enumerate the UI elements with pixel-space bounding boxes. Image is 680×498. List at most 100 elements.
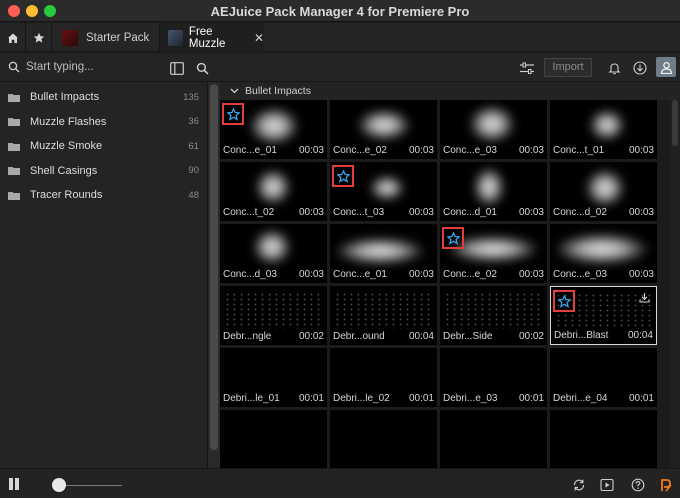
asset-thumbnail[interactable]: Conc...e_03 00:03: [440, 100, 547, 159]
toggle-sidebar-button[interactable]: [168, 59, 186, 77]
asset-thumbnail[interactable]: Conc...t_03 00:03: [330, 162, 437, 221]
asset-duration: 00:01: [518, 393, 544, 404]
asset-name: Conc...e_02: [333, 145, 387, 156]
playback-bar: [0, 468, 680, 498]
star-outline-icon: [336, 169, 350, 183]
right-scrollbar[interactable]: [670, 100, 680, 468]
volume-slider-track[interactable]: [60, 485, 122, 486]
asset-thumbnail[interactable]: Debri...le_01 00:01: [220, 348, 327, 407]
asset-duration: 00:03: [628, 207, 654, 218]
close-tab-icon[interactable]: ✕: [254, 31, 264, 45]
star-outline-icon: [226, 107, 240, 121]
filter-settings-button[interactable]: [518, 59, 536, 77]
category-muzzle-flashes[interactable]: Muzzle Flashes 36: [0, 110, 207, 135]
favorite-star-button[interactable]: [553, 290, 575, 312]
asset-duration: 00:04: [627, 330, 653, 341]
asset-thumbnail[interactable]: Debr...Side 00:02: [440, 286, 547, 345]
category-label: Tracer Rounds: [30, 189, 103, 202]
asset-duration: 00:04: [408, 331, 434, 342]
asset-thumbnail[interactable]: Conc...t_02 00:03: [220, 162, 327, 221]
asset-duration: 00:03: [518, 145, 544, 156]
title-bar: AEJuice Pack Manager 4 for Premiere Pro: [0, 0, 680, 22]
tab-label: Free Muzzle: [188, 25, 226, 50]
asset-name: Conc...e_03: [443, 145, 497, 156]
loop-button[interactable]: [571, 477, 587, 493]
folder-icon: [8, 142, 20, 151]
right-scrollbar-thumb[interactable]: [672, 100, 678, 146]
asset-thumbnail[interactable]: Debr...ngle 00:02: [220, 286, 327, 345]
tab-starter-pack[interactable]: Starter Pack: [52, 23, 160, 52]
help-button[interactable]: [630, 477, 646, 493]
asset-thumbnail[interactable]: Conc...e_02 00:03: [440, 224, 547, 283]
asset-duration: 00:02: [298, 331, 324, 342]
category-bullet-impacts[interactable]: Bullet Impacts 135: [0, 85, 207, 110]
category-tracer-rounds[interactable]: Tracer Rounds 48: [0, 183, 207, 208]
asset-duration: 00:03: [408, 207, 434, 218]
search-input[interactable]: Start typing...: [26, 61, 94, 73]
pack-thumbnail: [168, 29, 183, 46]
category-muzzle-smoke[interactable]: Muzzle Smoke 61: [0, 134, 207, 159]
asset-duration: 00:03: [298, 207, 324, 218]
home-button[interactable]: [0, 23, 26, 52]
asset-duration: 00:01: [298, 393, 324, 404]
asset-thumbnail[interactable]: Conc...e_01 00:03: [330, 224, 437, 283]
group-header[interactable]: Bullet Impacts: [220, 82, 680, 100]
asset-thumbnail[interactable]: Debri...e_03 00:01: [440, 348, 547, 407]
asset-thumbnail[interactable]: Conc...d_03 00:03: [220, 224, 327, 283]
category-count: 135: [183, 91, 199, 103]
asset-thumbnail[interactable]: Conc...d_02 00:03: [550, 162, 657, 221]
group-title: Bullet Impacts: [245, 85, 311, 97]
asset-name: Conc...d_01: [443, 207, 497, 218]
asset-thumbnail[interactable]: [550, 410, 657, 468]
category-sidebar: Start typing... Bullet Impacts 135 Muzzl…: [0, 53, 208, 468]
asset-thumbnail[interactable]: [330, 410, 437, 468]
favorite-star-button[interactable]: [442, 227, 464, 249]
grid-scrollbar-thumb[interactable]: [210, 84, 218, 450]
asset-thumbnail[interactable]: [440, 410, 547, 468]
asset-name: Conc...t_03: [333, 207, 385, 218]
smoke-preview: [370, 176, 404, 200]
asset-thumbnail[interactable]: Debri...e_04 00:01: [550, 348, 657, 407]
asset-duration: 00:03: [408, 269, 434, 280]
asset-thumbnail[interactable]: Conc...d_01 00:03: [440, 162, 547, 221]
smoke-preview: [256, 170, 290, 204]
asset-thumbnail[interactable]: Conc...e_02 00:03: [330, 100, 437, 159]
asset-thumbnail[interactable]: Conc...e_01 00:03: [220, 100, 327, 159]
asset-thumbnail[interactable]: Debri...Blast 00:04: [550, 286, 657, 345]
downloads-button[interactable]: [631, 59, 649, 77]
folder-icon: [8, 118, 20, 127]
asset-name: Debri...Blast: [554, 330, 609, 341]
asset-thumbnail[interactable]: Conc...e_03 00:03: [550, 224, 657, 283]
asset-name: Debri...le_01: [223, 393, 280, 404]
asset-duration: 00:03: [298, 145, 324, 156]
loop-icon: [573, 479, 585, 491]
category-shell-casings[interactable]: Shell Casings 90: [0, 159, 207, 184]
favorite-star-button[interactable]: [222, 103, 244, 125]
asset-thumbnail[interactable]: Debri...le_02 00:01: [330, 348, 437, 407]
play-box-icon: [600, 478, 614, 492]
notifications-button[interactable]: [605, 59, 623, 77]
preview-button[interactable]: [599, 477, 615, 493]
sliders-icon: [520, 62, 534, 74]
favorite-star-button[interactable]: [332, 165, 354, 187]
premiere-logo-icon[interactable]: [658, 477, 674, 493]
asset-thumbnail[interactable]: Conc...t_01 00:03: [550, 100, 657, 159]
download-icon[interactable]: [639, 292, 650, 306]
asset-duration: 00:03: [518, 207, 544, 218]
import-button[interactable]: Import: [544, 58, 592, 77]
help-icon: [631, 478, 645, 492]
debris-preview: [444, 292, 543, 329]
tab-free-muzzle[interactable]: Free Muzzle ✕: [160, 23, 264, 52]
volume-slider-knob[interactable]: [52, 478, 66, 492]
asset-thumbnail[interactable]: Debr...ound 00:04: [330, 286, 437, 345]
pause-button[interactable]: [8, 478, 20, 490]
asset-name: Conc...e_01: [223, 145, 277, 156]
account-button[interactable]: [656, 57, 676, 77]
asset-duration: 00:03: [628, 269, 654, 280]
asset-name: Conc...d_03: [223, 269, 277, 280]
category-label: Bullet Impacts: [30, 91, 100, 104]
favorites-button[interactable]: [26, 23, 52, 52]
smoke-preview: [556, 234, 648, 264]
search-button[interactable]: [193, 59, 211, 77]
asset-thumbnail[interactable]: [220, 410, 327, 468]
